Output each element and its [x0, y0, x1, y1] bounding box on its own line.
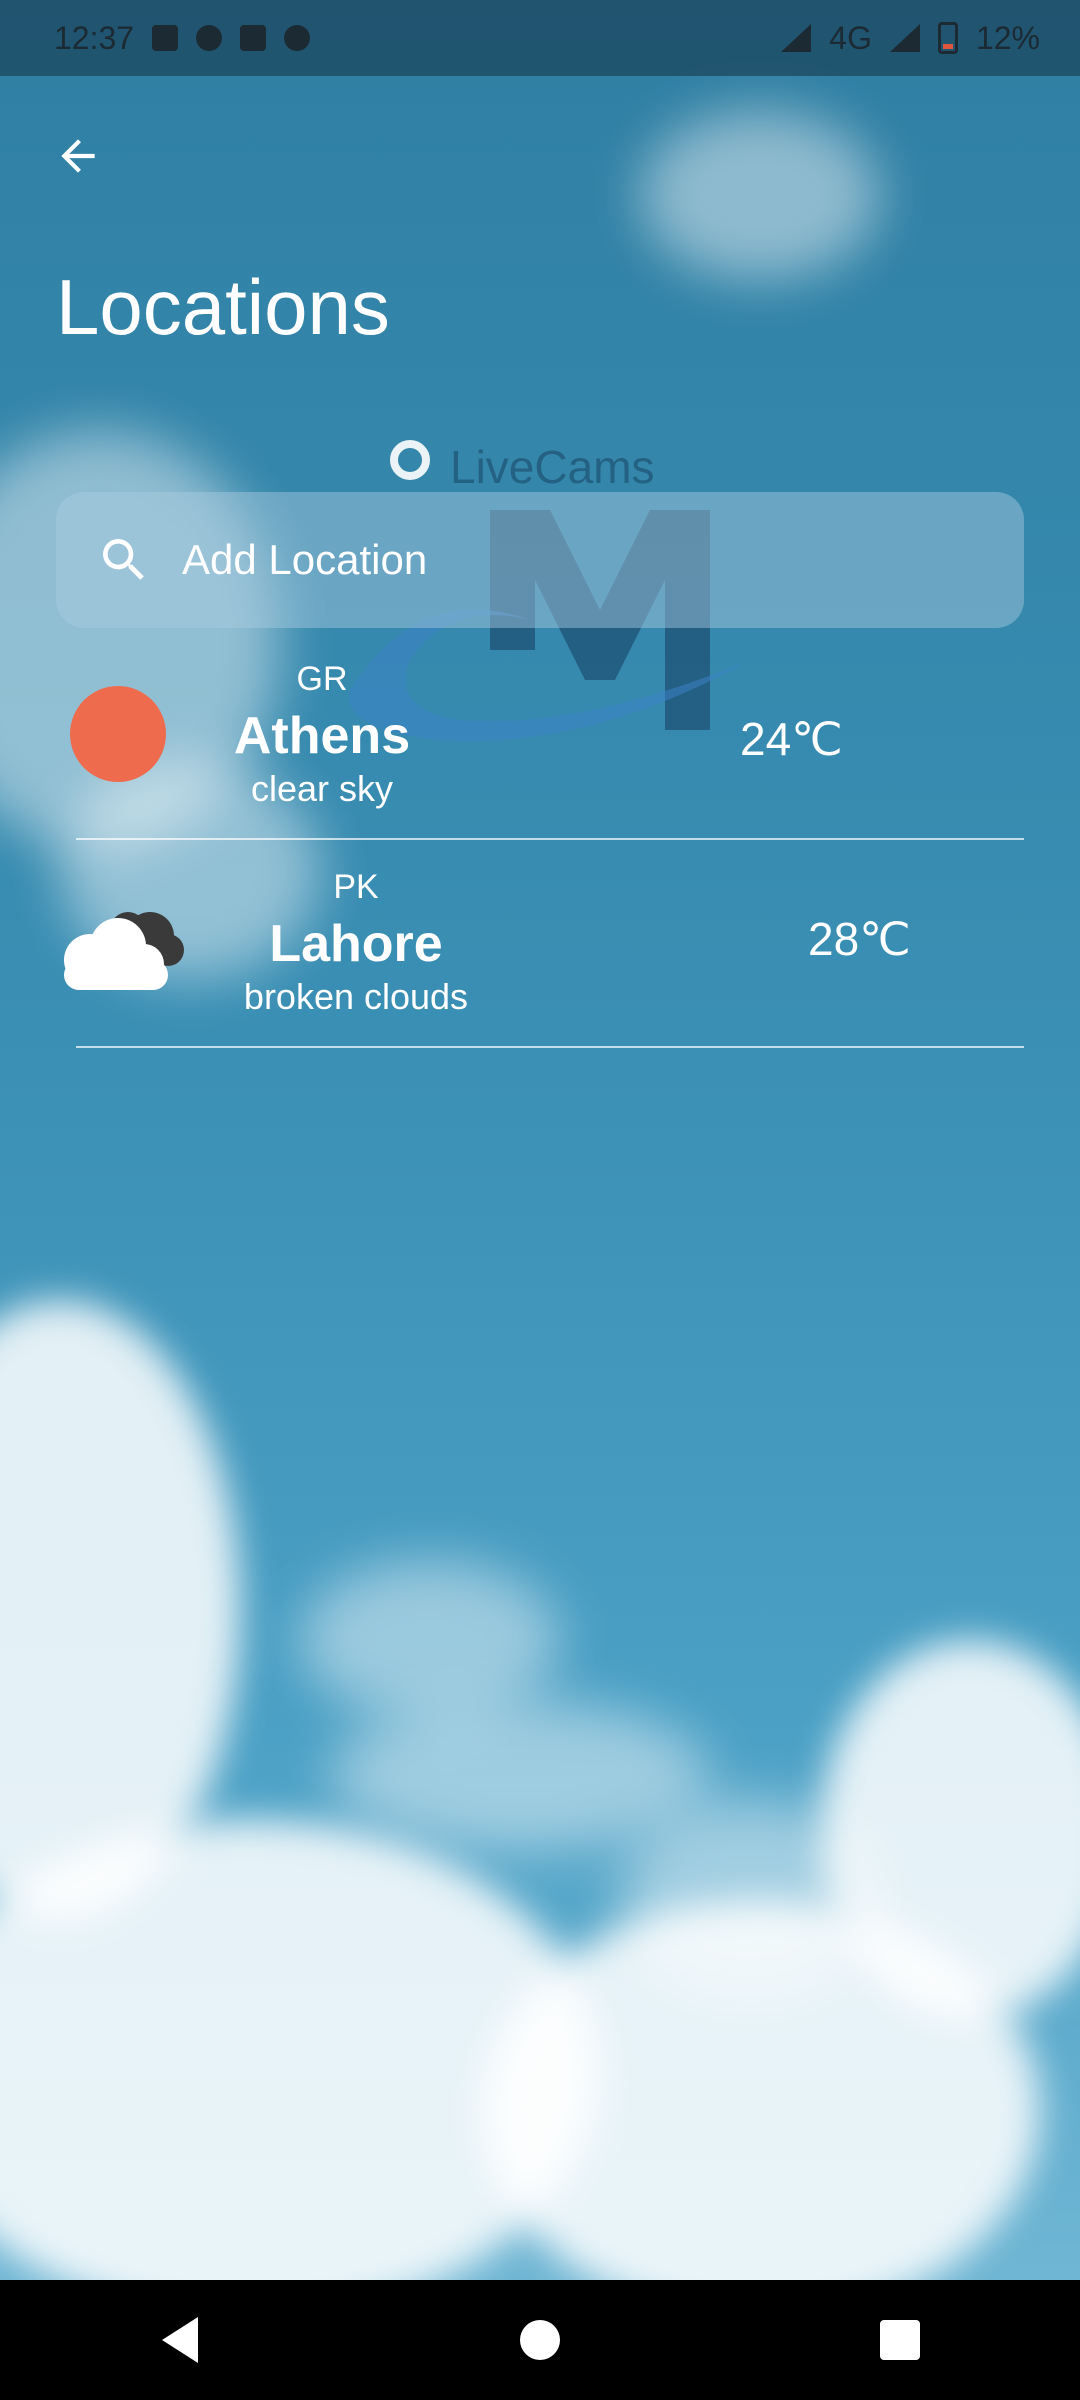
location-description: broken clouds: [243, 976, 469, 1017]
cell-signal-icon: [889, 24, 920, 52]
nav-back-button[interactable]: [150, 2310, 210, 2370]
panda-notification-icon: [284, 25, 311, 51]
add-location-search[interactable]: [56, 492, 1024, 628]
battery-percent: 12%: [975, 19, 1040, 56]
arrow-left-icon: [61, 139, 95, 173]
livecams-eye-icon: [390, 440, 430, 480]
location-temperature: 24℃: [740, 713, 843, 765]
location-city: Athens: [233, 707, 411, 765]
network-type: 4G: [829, 19, 872, 56]
wifi-signal-icon: [781, 24, 812, 52]
alert-notification-icon: [240, 25, 267, 51]
skype-notification-icon: [196, 25, 223, 51]
broken-clouds-icon: [64, 912, 184, 990]
add-location-input[interactable]: [180, 535, 1004, 585]
news-notification-icon: [152, 25, 179, 51]
back-button[interactable]: [46, 124, 110, 188]
status-right: 4G 12%: [781, 20, 1040, 57]
nav-recents-icon: [880, 2320, 920, 2360]
nav-recents-button[interactable]: [870, 2310, 930, 2370]
nav-back-icon: [162, 2317, 198, 2363]
location-description: clear sky: [250, 768, 394, 809]
sun-icon: [70, 686, 166, 782]
watermark-text: LiveCams: [450, 441, 655, 493]
location-row-lahore[interactable]: PK Lahore broken clouds 28℃: [64, 838, 1024, 1048]
status-left: 12:37: [54, 19, 311, 57]
location-temperature: 28℃: [808, 913, 911, 965]
nav-home-button[interactable]: [510, 2310, 570, 2370]
status-bar: 12:37 4G 12%: [0, 0, 1080, 76]
status-time: 12:37: [54, 19, 135, 56]
page-title: Locations: [56, 263, 390, 351]
location-country: PK: [333, 868, 379, 906]
location-country: GR: [296, 660, 348, 698]
battery-icon: [937, 22, 958, 54]
location-city: Lahore: [269, 915, 443, 973]
system-nav-bar: [0, 2280, 1080, 2400]
nav-home-icon: [520, 2320, 560, 2360]
search-icon: [103, 539, 144, 580]
location-row-athens[interactable]: GR Athens clear sky 24℃: [70, 630, 1024, 840]
